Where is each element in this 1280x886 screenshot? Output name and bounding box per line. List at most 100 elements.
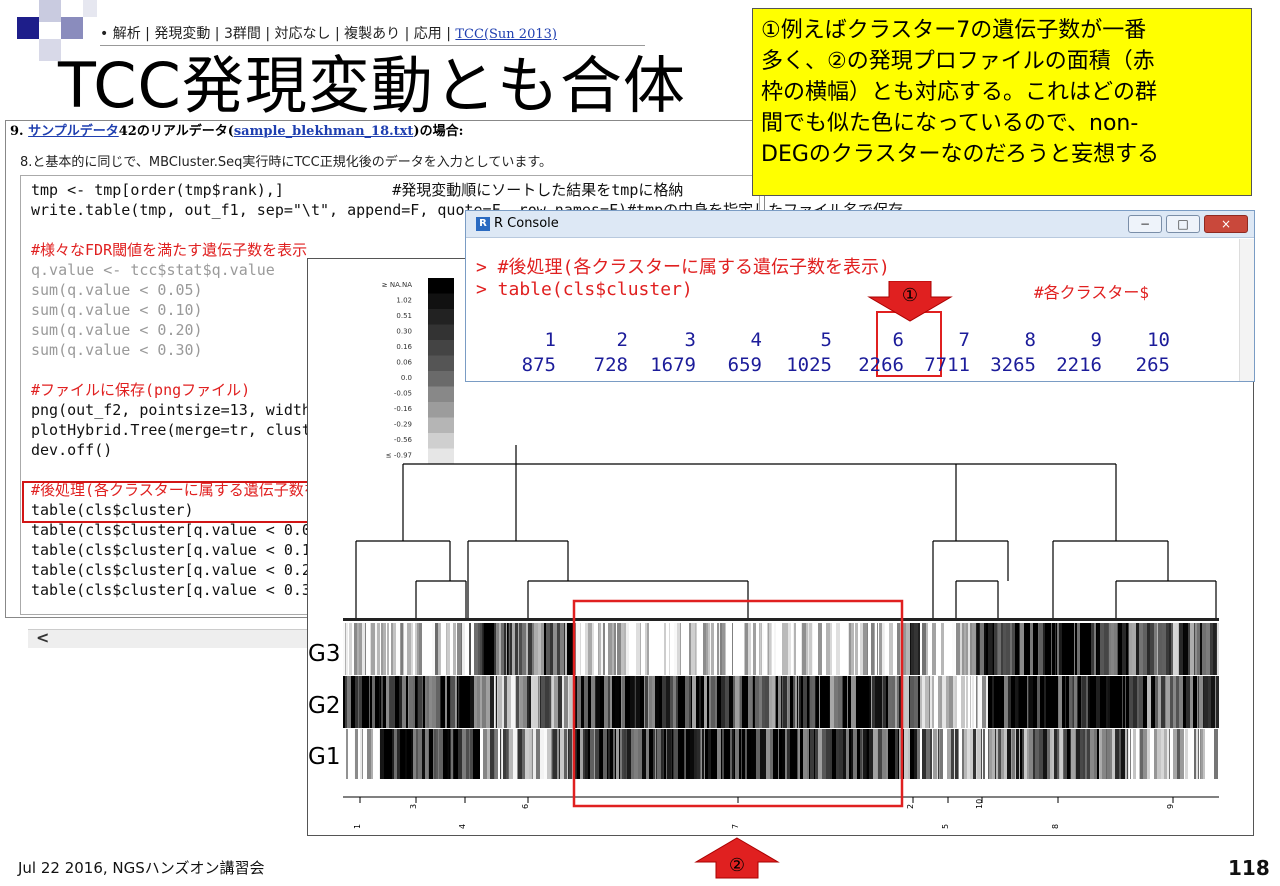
heatmap-stripe [932, 676, 934, 728]
heatmap-stripe [407, 623, 411, 675]
heatmap-stripe [704, 729, 705, 779]
maximize-button[interactable]: □ [1166, 215, 1200, 233]
heatmap-stripe [518, 729, 522, 779]
heatmap-stripe [854, 623, 855, 675]
heatmap-stripe [1166, 676, 1170, 728]
deco-square-light [39, 0, 61, 22]
heatmap-stripe [849, 729, 851, 779]
heatmap-stripe [985, 729, 988, 779]
breadcrumb-item[interactable]: 複製あり [344, 23, 400, 45]
heatmap-stripe [810, 676, 812, 728]
heatmap-stripe [747, 729, 751, 779]
heatmap-stripe [1191, 729, 1194, 779]
heatmap-stripe [922, 676, 925, 728]
r-console-window[interactable]: R R Console − □ × > #後処理(各クラスターに属する遺伝子数を表… [465, 210, 1255, 382]
heatmap-stripe [611, 729, 613, 779]
breadcrumb-item[interactable]: 発現変動 [154, 23, 210, 45]
heatmap-stripe [538, 676, 539, 728]
group-label-g2: G2 [308, 693, 341, 719]
breadcrumb-item[interactable]: 3群間 [224, 23, 261, 45]
sample-data-link[interactable]: サンプルデータ [28, 124, 119, 139]
heatmap-stripe [1045, 623, 1048, 675]
heatmap-stripe [447, 676, 450, 728]
heatmap-stripe [1200, 729, 1201, 779]
heatmap-stripe [765, 676, 769, 728]
heatmap-stripe [506, 623, 507, 675]
heatmap-stripe [1126, 676, 1128, 728]
heatmap-stripe [918, 623, 920, 675]
heatmap-stripe [1004, 676, 1008, 728]
heatmap-stripe [1147, 676, 1151, 728]
legend-label: 0.06 [396, 359, 412, 367]
heatmap-stripe [355, 729, 358, 779]
vertical-scrollbar[interactable] [1239, 239, 1254, 381]
heatmap-stripe [628, 676, 630, 728]
heatmap-stripe [809, 623, 812, 675]
heatmap-stripe [664, 623, 666, 675]
heatmap-stripe [483, 623, 484, 675]
heatmap-stripe [780, 623, 782, 675]
heatmap-stripe [925, 676, 929, 728]
heatmap-stripe [932, 729, 933, 779]
heatmap-stripe [752, 676, 753, 728]
heatmap-stripe [888, 676, 892, 728]
heatmap-stripe [613, 729, 615, 779]
heatmap-stripe [1052, 676, 1055, 728]
heatmap-stripe [607, 729, 608, 779]
heatmap-stripe [1194, 623, 1195, 675]
heatmap-stripe [778, 676, 781, 728]
heatmap-stripe [469, 623, 470, 675]
heatmap-stripe [1198, 676, 1199, 728]
heatmap-stripe [728, 623, 732, 675]
heatmap-stripe [886, 676, 888, 728]
heatmap-stripe [951, 729, 954, 779]
group-label-g1: G1 [308, 744, 341, 770]
heatmap-stripe [657, 729, 661, 779]
heatmap-stripe [343, 623, 345, 675]
heatmap-stripe [755, 729, 756, 779]
heatmap-stripe [1190, 676, 1193, 728]
heatmap-stripe [428, 729, 429, 779]
heatmap-stripe [672, 729, 673, 779]
heatmap-stripe [449, 729, 450, 779]
code-line: sum(q.value < 0.20) [31, 321, 203, 339]
heatmap-stripe [877, 729, 878, 779]
heatmap-stripe [615, 676, 619, 728]
heatmap-stripe [531, 729, 532, 779]
breadcrumb-link[interactable]: TCC(Sun 2013) [455, 27, 557, 42]
heatmap-stripe [641, 676, 642, 728]
heatmap-stripe [1139, 623, 1143, 675]
minimize-button[interactable]: − [1128, 215, 1162, 233]
heatmap-stripe [871, 623, 874, 675]
close-button[interactable]: × [1204, 215, 1248, 233]
heatmap-stripe [1038, 623, 1039, 675]
heatmap-stripe [1087, 729, 1090, 779]
heatmap-stripe [358, 676, 359, 728]
breadcrumb-item[interactable]: 解析 [113, 23, 141, 45]
heatmap-stripe [422, 623, 424, 675]
horizontal-scrollbar[interactable]: < [28, 628, 328, 648]
heatmap-stripe [885, 623, 886, 675]
heatmap-stripe [541, 676, 545, 728]
heatmap-stripe [460, 676, 463, 728]
heatmap-stripe [441, 676, 445, 728]
heatmap-stripe [1039, 623, 1043, 675]
heatmap-stripe [773, 729, 775, 779]
cluster-axis-label: 9 [1166, 804, 1175, 809]
sample-file-link[interactable]: sample_blekhman_18.txt [234, 124, 414, 139]
heatmap-stripe [591, 676, 595, 728]
heatmap-stripe [772, 676, 775, 728]
heatmap-stripe [732, 729, 734, 779]
scroll-left-icon[interactable]: < [36, 628, 49, 647]
heatmap-stripe [940, 676, 942, 728]
heatmap-stripe [365, 623, 366, 675]
heatmap-stripe [608, 623, 612, 675]
heatmap-stripe [816, 623, 818, 675]
heatmap-stripe [1071, 729, 1075, 779]
r-console-titlebar[interactable]: R R Console − □ × [466, 211, 1254, 238]
heatmap-stripe [1194, 729, 1196, 779]
breadcrumb-item[interactable]: 応用 [414, 23, 442, 45]
breadcrumb-item[interactable]: 対応なし [275, 23, 331, 45]
heatmap-stripe [1199, 729, 1200, 779]
heatmap-stripe [1157, 623, 1158, 675]
